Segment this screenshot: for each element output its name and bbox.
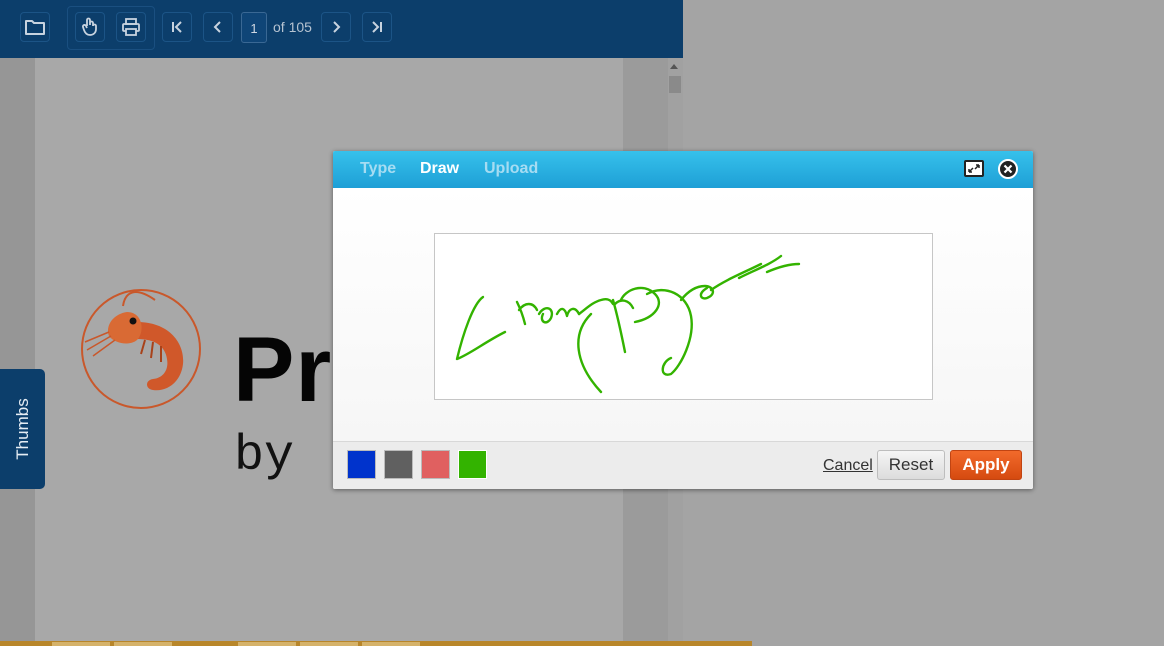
page-count-label: of 105 — [273, 19, 312, 35]
reset-button[interactable]: Reset — [877, 450, 945, 480]
bottom-status-strip — [0, 641, 752, 646]
document-subtitle-fragment: by — [234, 428, 295, 485]
tab-draw[interactable]: Draw — [420, 160, 459, 178]
expand-icon — [968, 164, 980, 173]
color-swatch-green[interactable] — [458, 450, 487, 479]
close-icon — [1003, 164, 1013, 174]
print-icon — [122, 18, 140, 36]
first-page-button[interactable] — [162, 12, 192, 42]
scroll-up-arrow-icon[interactable] — [670, 64, 678, 69]
apply-button[interactable]: Apply — [950, 450, 1022, 480]
scrollbar-thumb[interactable] — [669, 76, 681, 93]
hand-tool-icon — [82, 17, 97, 36]
thumbs-tab-label: Thumbs — [12, 398, 32, 460]
prev-page-icon — [213, 21, 221, 33]
previous-page-button[interactable] — [203, 12, 233, 42]
signature-canvas[interactable] — [434, 233, 933, 400]
first-page-icon — [172, 21, 182, 33]
drawn-signature — [455, 254, 801, 394]
color-swatch-gray[interactable] — [384, 450, 413, 479]
dialog-body — [333, 188, 1033, 441]
tab-upload[interactable]: Upload — [484, 160, 538, 178]
signature-dialog: Type Draw Upload Cancel Reset Apply — [333, 151, 1033, 489]
viewer-toolbar: 1 of 105 — [0, 0, 683, 58]
last-page-icon — [372, 21, 382, 33]
folder-icon — [25, 20, 45, 35]
dialog-footer: Cancel Reset Apply — [333, 441, 1033, 489]
tab-type[interactable]: Type — [360, 160, 396, 178]
dialog-header: Type Draw Upload — [333, 151, 1033, 188]
cancel-link[interactable]: Cancel — [823, 457, 873, 475]
next-page-icon — [333, 21, 341, 33]
page-number-input[interactable]: 1 — [241, 12, 267, 43]
maximize-button[interactable] — [964, 160, 984, 177]
color-swatch-blue[interactable] — [347, 450, 376, 479]
open-file-button[interactable] — [20, 12, 50, 42]
print-button[interactable] — [116, 12, 146, 42]
document-margin-left — [0, 58, 35, 646]
hand-tool-button[interactable] — [75, 12, 105, 42]
thumbs-tab[interactable]: Thumbs — [0, 369, 45, 489]
next-page-button[interactable] — [321, 12, 351, 42]
shrimp-logo — [81, 289, 201, 409]
last-page-button[interactable] — [362, 12, 392, 42]
close-button[interactable] — [998, 159, 1018, 179]
document-title-fragment: Pr — [233, 319, 333, 421]
color-swatch-red[interactable] — [421, 450, 450, 479]
